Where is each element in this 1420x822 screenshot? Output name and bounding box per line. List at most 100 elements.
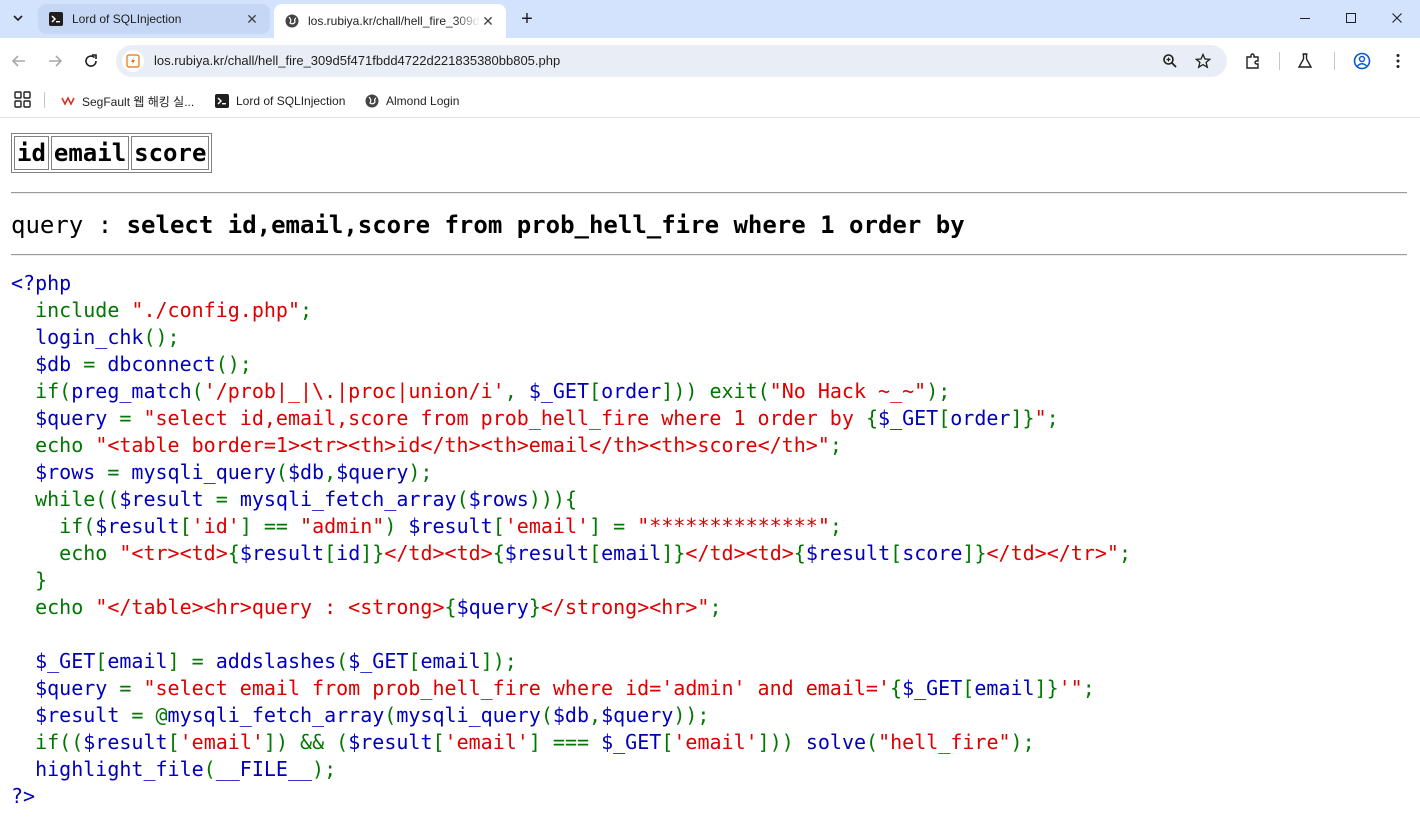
code-token: [ [432,730,445,754]
arrow-left-icon [11,55,25,67]
code-token: $_GET [528,379,590,403]
code-line: $_GET[email] = addslashes($_GET[email]); [11,648,1131,675]
bookmark-label: Almond Login [386,94,460,108]
code-token: [ [589,379,602,403]
code-token: $result [805,541,891,565]
tab-lord-of-sqlinjection[interactable]: Lord of SQLInjection ✕ [38,4,270,34]
code-token: )); [673,703,710,727]
back-button[interactable] [6,48,32,74]
code-token: "admin" [300,514,385,538]
forward-button[interactable] [42,48,68,74]
tab-hell-fire[interactable]: los.rubiya.kr/chall/hell_fire_309d5f ✕ [274,4,506,38]
not-secure-icon [126,54,140,68]
reload-button[interactable] [78,48,104,74]
code-token: mysqli_fetch_array [239,487,457,511]
url-text[interactable]: los.rubiya.kr/chall/hell_fire_309d5f471f… [154,53,560,68]
table-header-score: score [131,136,210,170]
code-token: $db [11,352,84,376]
code-token: ; [1082,676,1095,700]
code-token: $result [95,514,180,538]
globe-icon [284,13,300,29]
code-token: $db [552,703,590,727]
zoom-button[interactable] [1160,51,1180,71]
terminal-icon [48,11,64,27]
table-header-email: email [50,136,130,170]
code-token: ; [1118,541,1131,565]
bookmarks-divider [44,92,45,108]
bookmark-star-button[interactable] [1193,51,1213,71]
code-token: "select id,email,score from prob_hell_fi… [143,406,866,430]
code-token: = [107,460,132,484]
close-icon [1392,13,1402,23]
close-icon[interactable]: ✕ [480,13,496,29]
code-token: </td></tr>" [986,541,1119,565]
maximize-button[interactable] [1328,0,1374,36]
code-token: '/prob|_|\.|proc|union/i' [203,379,505,403]
code-token: ); [926,379,951,403]
code-token: while(( [35,487,120,511]
code-token: ; [1046,406,1059,430]
code-line: if(preg_match('/prob|_|\.|proc|union/i',… [11,378,1131,405]
code-token: mysqli_fetch_array [167,703,385,727]
code-token: $_GET [902,676,963,700]
code-token: ; [709,595,722,619]
minimize-button[interactable] [1282,0,1328,36]
code-token: { [865,406,878,430]
code-token: "select email from prob_hell_fire where … [143,676,891,700]
labs-button[interactable] [1294,50,1316,72]
menu-button[interactable] [1387,50,1409,72]
code-token: ]} [360,541,385,565]
code-token: (); [143,325,180,349]
code-line: ?> [11,783,1131,810]
close-icon[interactable]: ✕ [244,11,260,27]
bookmark-lord-of-sqlinjection[interactable]: Lord of SQLInjection [214,90,345,112]
code-line: <?php [11,270,1131,297]
code-token: "No Hack ~_~" [769,379,927,403]
code-token: email [420,649,481,673]
code-token: "</table><hr>query : <strong> [95,595,445,619]
code-token: [ [167,730,180,754]
code-token: $result [504,541,590,565]
tab-search-button[interactable] [6,6,30,30]
terminal-icon [214,93,230,109]
code-token: highlight_file [11,757,204,781]
arrow-right-icon [49,55,63,67]
code-token: , [504,379,529,403]
code-token: $rows [11,460,108,484]
code-line: echo "</table><hr>query : <strong>{$quer… [11,594,1131,621]
code-line: login_chk(); [11,324,1131,351]
code-token: ( [191,379,204,403]
code-token: if( [35,379,72,403]
code-token: email [601,541,662,565]
code-token: $query [11,676,120,700]
kebab-menu-icon [1396,54,1400,68]
code-token: ]} [1010,406,1035,430]
code-token: { [890,676,903,700]
code-token: solve [805,730,867,754]
site-info-button[interactable] [122,50,144,72]
code-token: [ [95,649,108,673]
code-line: highlight_file(__FILE__); [11,756,1131,783]
code-token: "./config.php" [131,298,300,322]
code-token: mysqli_query [396,703,541,727]
bookmark-almond-login[interactable]: Almond Login [364,90,459,112]
code-line: if($result['id'] == "admin") $result['em… [11,513,1131,540]
new-tab-button[interactable]: + [514,6,540,32]
code-token: $_GET [11,649,96,673]
code-token: email [974,676,1035,700]
bookmark-segfault[interactable]: SegFault 웹 해킹 실... [60,90,194,112]
extensions-button[interactable] [1242,50,1264,72]
code-token: " [1034,406,1047,430]
maximize-icon [1346,13,1356,23]
code-token: ]} [962,541,987,565]
address-bar[interactable]: los.rubiya.kr/chall/hell_fire_309d5f471f… [116,45,1227,77]
code-token: 'email' [444,730,529,754]
code-line: if(($result['email']) && ($result['email… [11,729,1131,756]
apps-grid-icon[interactable] [14,91,32,109]
close-window-button[interactable] [1374,0,1420,36]
globe-icon [364,93,380,109]
profile-button[interactable] [1351,50,1373,72]
